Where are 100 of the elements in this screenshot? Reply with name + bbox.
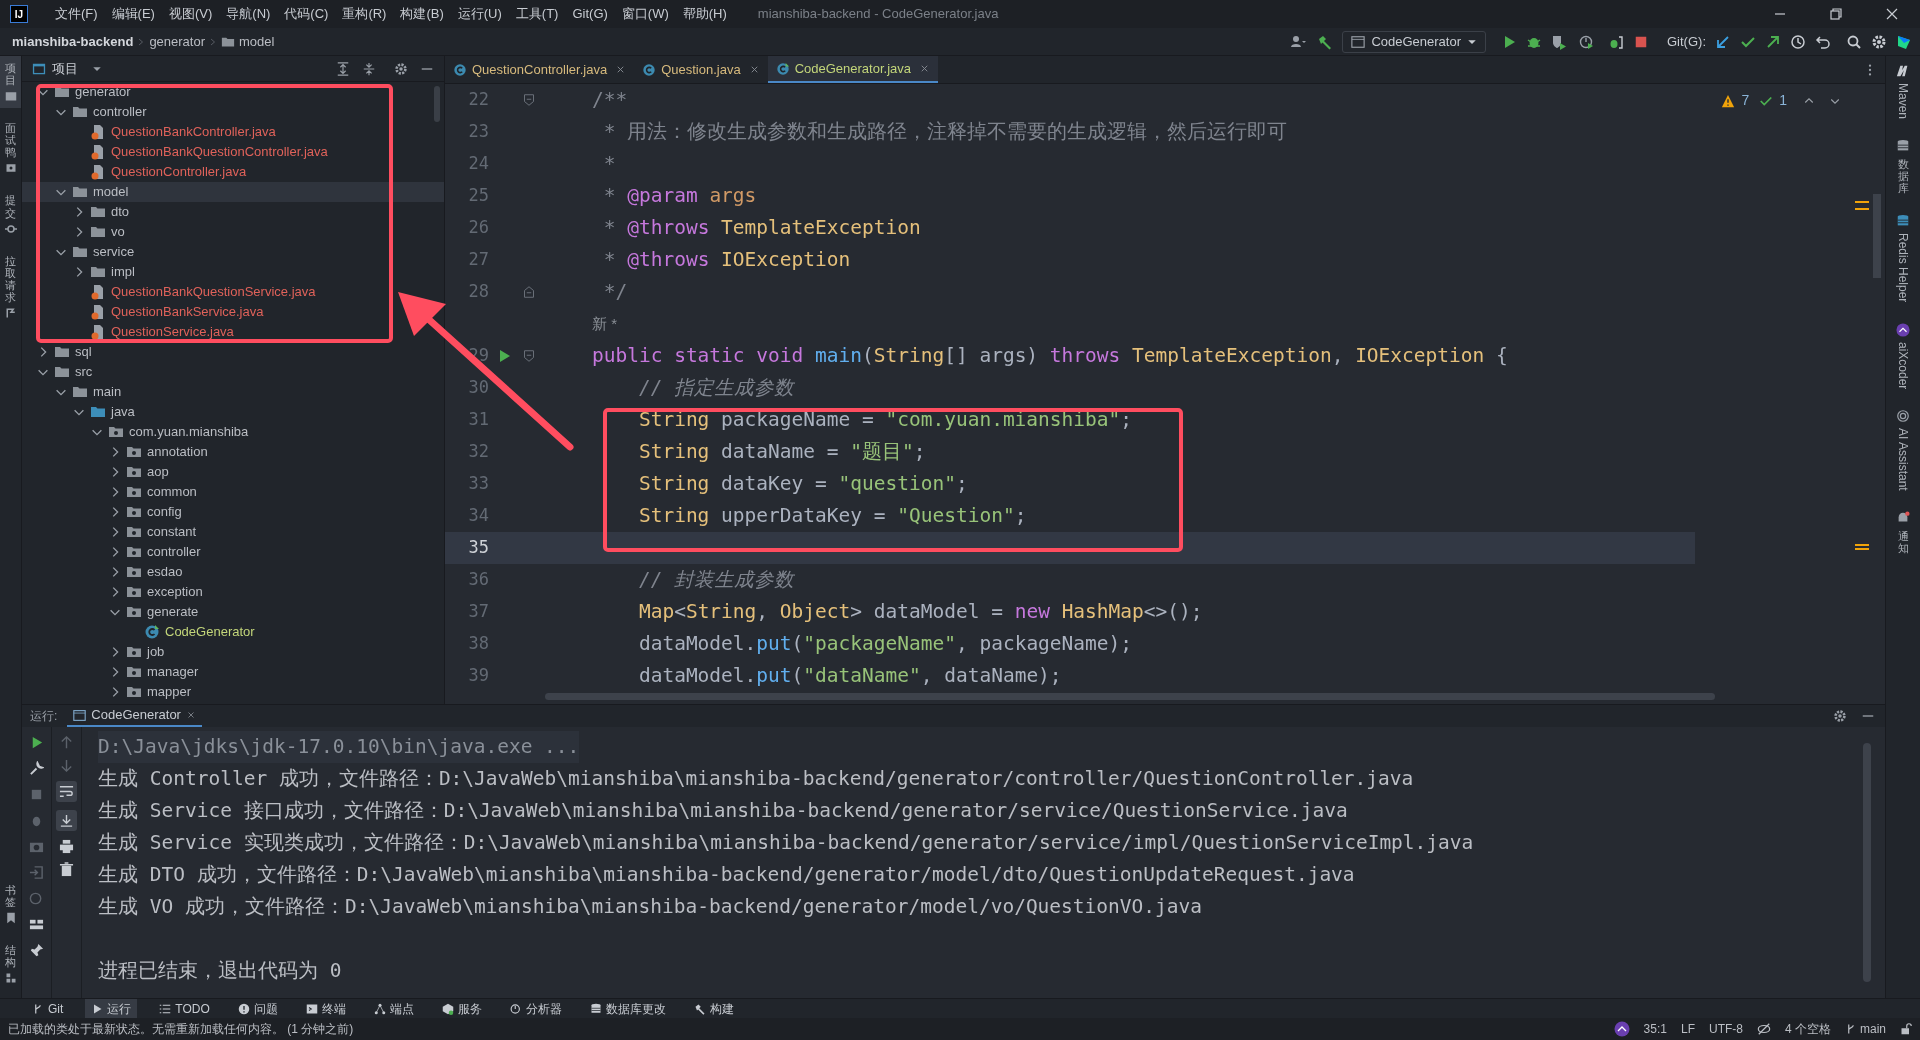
tool-window-button[interactable]: 运行 [85, 999, 138, 1018]
menu-item[interactable]: 窗口(W) [614, 4, 676, 24]
tree-item[interactable]: mapper [22, 682, 444, 702]
wrap-icon[interactable] [56, 781, 77, 802]
tool-window-button[interactable]: 构建 [687, 999, 740, 1018]
git-branch[interactable]: main [1845, 1020, 1886, 1038]
file-encoding[interactable]: UTF-8 [1708, 1020, 1743, 1038]
trash-icon[interactable] [59, 862, 74, 877]
tool-window-button[interactable]: Git [26, 999, 70, 1018]
tree-item[interactable]: esdao [22, 562, 444, 582]
fold-icon[interactable] [523, 285, 535, 299]
tree-item[interactable]: generate [22, 602, 444, 622]
tree-item[interactable]: model [22, 182, 444, 202]
tool-window-tab[interactable]: 通知 [1896, 510, 1910, 554]
pin-icon[interactable] [29, 943, 44, 958]
no-eye-icon[interactable] [1756, 1022, 1771, 1036]
line-ending[interactable]: LF [1680, 1020, 1695, 1038]
tree-item[interactable]: annotation [22, 442, 444, 462]
tree-item[interactable]: service [22, 242, 444, 262]
menu-item[interactable]: 代码(C) [277, 4, 336, 24]
hammer-icon[interactable] [1317, 33, 1334, 50]
tree-item[interactable]: QuestionService.java [22, 322, 444, 342]
project-view-dropdown[interactable]: 项目 [32, 58, 102, 79]
scrollbar-thumb[interactable] [1863, 743, 1871, 982]
tree-item[interactable]: aop [22, 462, 444, 482]
tree-item[interactable]: impl [22, 262, 444, 282]
weak-warning-count[interactable]: 1 [1779, 90, 1787, 111]
inlay-hint[interactable]: 新 * [592, 312, 617, 336]
tree-item[interactable]: QuestionBankController.java [22, 122, 444, 142]
tool-window-tab[interactable]: 书签 [0, 877, 21, 930]
tree-item[interactable]: common [22, 482, 444, 502]
close-icon[interactable] [1884, 6, 1900, 22]
menu-item[interactable]: 编辑(E) [104, 4, 162, 24]
tool-window-tab[interactable]: Redis Helper [1894, 214, 1912, 303]
tree-item[interactable]: QuestionController.java [22, 162, 444, 182]
breadcrumb-item[interactable]: model [221, 31, 275, 52]
user-icon[interactable] [1288, 33, 1309, 50]
settings-icon[interactable] [1871, 33, 1887, 50]
tool-window-tab[interactable]: 面试鸭 [0, 116, 21, 181]
run-configuration-dropdown[interactable]: CodeGenerator [1342, 30, 1486, 53]
tree-item[interactable]: manager [22, 662, 444, 682]
shield-play-icon[interactable] [1551, 33, 1567, 50]
breadcrumb-item[interactable]: generator [149, 31, 206, 52]
tool-window-tab[interactable]: 数据库 [1896, 139, 1910, 195]
tool-window-button[interactable]: 问题 [231, 999, 284, 1018]
push-arrow-icon[interactable] [1765, 33, 1781, 50]
menu-item[interactable]: Git(G) [565, 4, 615, 24]
tool-window-button[interactable]: 端点 [367, 999, 420, 1018]
fold-icon[interactable] [523, 93, 535, 107]
tree-item[interactable]: src [22, 362, 444, 382]
update-arrow-icon[interactable] [1715, 33, 1731, 50]
tool-window-tab[interactable]: 结构 [0, 937, 21, 990]
printer-icon[interactable] [59, 839, 74, 854]
search-icon[interactable] [1846, 33, 1862, 50]
tree-item[interactable]: generator [22, 82, 444, 102]
tree-item[interactable]: main [22, 382, 444, 402]
tree-item[interactable]: sql [22, 342, 444, 362]
stop-icon[interactable] [1634, 34, 1648, 49]
tree-item[interactable]: QuestionBankQuestionController.java [22, 142, 444, 162]
run-tab[interactable]: CodeGenerator [67, 705, 202, 727]
editor-tab[interactable]: Question.java [634, 56, 768, 83]
plugin-logo-icon[interactable] [1896, 33, 1912, 50]
tree-item[interactable]: constant [22, 522, 444, 542]
fold-icon[interactable] [523, 349, 535, 363]
menu-item[interactable]: 文件(F) [48, 4, 105, 24]
scrollbar-thumb[interactable] [545, 693, 1715, 700]
undo-icon[interactable] [1815, 33, 1831, 50]
menu-item[interactable]: 工具(T) [508, 4, 566, 24]
tool-window-tab[interactable]: AI Assistant [1894, 409, 1912, 491]
settings-icon[interactable] [1833, 709, 1847, 723]
scrollbar-thumb[interactable] [1873, 194, 1881, 278]
tool-window-tab[interactable]: aiXcoder [1894, 322, 1912, 390]
history-icon[interactable] [1790, 33, 1806, 50]
collapse-all-icon[interactable] [362, 61, 376, 76]
tree-item[interactable]: exception [22, 582, 444, 602]
indent-setting[interactable]: 4 个空格 [1784, 1020, 1831, 1038]
tree-item[interactable]: controller [22, 102, 444, 122]
tree-item[interactable]: dto [22, 202, 444, 222]
tree-item[interactable]: java [22, 402, 444, 422]
tree-item[interactable]: controller [22, 542, 444, 562]
tree-item[interactable]: QuestionBankQuestionService.java [22, 282, 444, 302]
tree-item[interactable]: CodeGenerator [22, 622, 444, 642]
tool-window-tab[interactable]: 拉取请求 [0, 248, 21, 326]
tool-window-button[interactable]: TODO [153, 999, 216, 1018]
tool-window-tab[interactable]: Maven [1894, 64, 1912, 120]
editor-tab[interactable]: QuestionController.java [445, 56, 635, 83]
menu-item[interactable]: 运行(U) [450, 4, 509, 24]
tool-window-tab[interactable]: 项目 [0, 56, 21, 109]
menu-item[interactable]: 帮助(H) [675, 4, 734, 24]
expand-all-icon[interactable] [336, 61, 350, 76]
restore-icon[interactable] [1828, 6, 1844, 22]
menu-item[interactable]: 重构(R) [335, 4, 394, 24]
menu-item[interactable]: 构建(B) [393, 4, 451, 24]
menu-item[interactable]: 视图(V) [161, 4, 220, 24]
tree-item[interactable]: com.yuan.mianshiba [22, 422, 444, 442]
tree-item[interactable]: config [22, 502, 444, 522]
tool-window-button[interactable]: 数据库更改 [583, 999, 672, 1018]
tree-item[interactable]: vo [22, 222, 444, 242]
warning-count[interactable]: 7 [1741, 90, 1750, 111]
editor-tab[interactable]: CodeGenerator.java [767, 56, 938, 83]
